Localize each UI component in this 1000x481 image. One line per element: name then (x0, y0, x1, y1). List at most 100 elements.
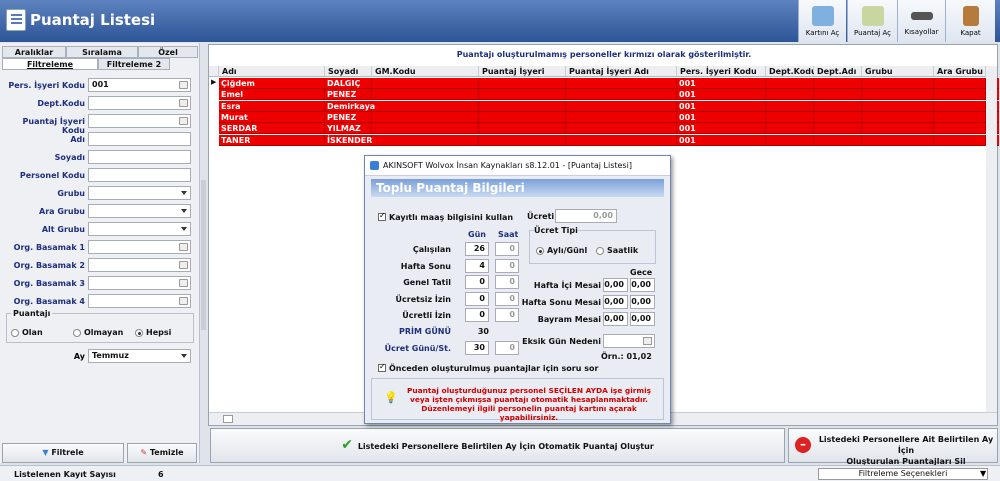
overtime-day-field[interactable]: 0,00 (603, 278, 628, 292)
tab-sorting[interactable]: Sıralama (66, 46, 138, 58)
overtime-day-field[interactable]: 0,00 (603, 295, 628, 309)
filter-input[interactable] (88, 258, 191, 272)
door-icon (962, 6, 979, 26)
open-timesheet-button[interactable]: Puantaj Aç (847, 0, 897, 42)
chevron-down-icon[interactable] (181, 227, 187, 231)
overtime-night-field[interactable]: 0,00 (630, 312, 655, 326)
delete-icon: – (795, 437, 811, 453)
filter-input[interactable] (88, 150, 191, 164)
column-header[interactable]: Pers. İşyeri Kodu (677, 66, 766, 77)
column-header[interactable]: Puantaj İşyeri Adı (566, 66, 677, 77)
overtime-night-field[interactable]: 0,00 (630, 278, 655, 292)
pay-days-field[interactable]: 30 (465, 341, 489, 355)
table-cell (766, 89, 814, 101)
overtime-label: Hafta Sonu Mesai (521, 298, 601, 307)
column-header[interactable]: Ara Grubu (934, 66, 986, 77)
pay-days-label: Ücret Günü/St. (384, 344, 451, 353)
lookup-icon[interactable] (179, 117, 188, 125)
filter-input[interactable] (88, 132, 191, 146)
field-label: Org. Basamak 4 (13, 297, 85, 306)
lookup-icon[interactable] (179, 243, 188, 251)
open-card-button[interactable]: Kartını Aç (798, 0, 846, 42)
radio-hepsi[interactable] (135, 329, 143, 337)
filter-button[interactable]: ▼ Filtrele (2, 443, 124, 463)
filter-input[interactable]: 001 (88, 78, 191, 92)
day-count-field[interactable]: 4 (465, 258, 489, 273)
tab-ranges[interactable]: Aralıklar (2, 46, 66, 58)
column-header[interactable]: Puantaj İşyeri Kodu (479, 66, 566, 87)
lookup-icon[interactable] (179, 99, 188, 107)
scroll-thumb[interactable] (223, 415, 233, 423)
day-count-field[interactable]: 0 (465, 308, 489, 322)
funnel-icon: ▼ (42, 448, 52, 457)
field-label: Dept.Kodu (37, 99, 85, 108)
field-label: Personel Kodu (19, 171, 85, 180)
field-label: Ara Grubu (39, 207, 85, 216)
filter-input[interactable] (88, 96, 191, 110)
table-cell (566, 111, 677, 123)
table-cell (479, 111, 566, 123)
close-button[interactable]: Kapat (945, 0, 995, 42)
missing-day-field[interactable] (603, 334, 655, 348)
column-header[interactable]: Grubu (862, 66, 934, 77)
lookup-icon[interactable] (179, 261, 188, 269)
filter-input[interactable] (88, 294, 191, 308)
table-cell (566, 123, 677, 135)
salary-field[interactable]: 0,00 (555, 209, 617, 223)
filter-input[interactable] (88, 204, 191, 218)
day-count-field[interactable]: 26 (465, 242, 489, 256)
table-row[interactable]: Esra Demirkaya 001 (219, 100, 999, 112)
filter-input[interactable] (88, 222, 191, 236)
hour-count-field[interactable]: 0 (495, 242, 519, 256)
hour-count-field[interactable]: 0 (495, 258, 519, 273)
clear-button[interactable]: ✎ Temizle (127, 443, 197, 463)
wage-type-label: Ücret Tipi (534, 226, 578, 235)
overtime-night-field[interactable]: 0,00 (630, 295, 655, 309)
lookup-icon[interactable] (179, 297, 188, 305)
column-header[interactable]: GM.Kodu (372, 66, 479, 77)
shortcuts-button[interactable]: Kısayollar (897, 0, 945, 42)
filter-input[interactable] (88, 168, 191, 182)
filter-input[interactable] (88, 276, 191, 290)
column-header[interactable]: Adı (219, 66, 325, 77)
column-header[interactable]: Dept.Adı (814, 66, 862, 77)
tab-filtering-2[interactable]: Filtreleme 2 (98, 58, 170, 70)
tab-filtering[interactable]: Filtreleme (2, 58, 98, 70)
vertical-scrollbar[interactable] (986, 66, 997, 412)
filter-input[interactable] (88, 114, 191, 128)
chevron-down-icon[interactable] (181, 191, 187, 195)
filter-options-select[interactable]: Filtreleme Seçenekleri (818, 468, 988, 480)
table-row[interactable]: Çiğdem DALGIÇ 001 (219, 78, 999, 89)
radio-olan[interactable] (11, 329, 19, 337)
table-cell (934, 123, 986, 135)
table-cell: Esra (219, 100, 325, 112)
ask-existing-checkbox[interactable] (378, 362, 386, 372)
table-row[interactable]: Emel PENEZ 001 (219, 89, 999, 101)
radio-olmayan[interactable] (73, 329, 81, 337)
table-row[interactable]: Murat PENEZ 001 (219, 111, 999, 123)
chevron-down-icon[interactable] (181, 209, 187, 213)
table-cell (566, 134, 677, 146)
table-cell (814, 100, 862, 112)
tab-custom[interactable]: Özel (138, 46, 198, 58)
filter-input[interactable] (88, 240, 191, 254)
radio-hourly[interactable] (596, 247, 604, 255)
filter-input[interactable] (88, 186, 191, 200)
table-row[interactable]: TANER İSKENDER 001 (219, 134, 999, 146)
table-row[interactable]: SERDAR YILMAZ 001 (219, 123, 999, 135)
radio-monthly[interactable] (536, 247, 544, 255)
month-select[interactable]: Temmuz (88, 349, 191, 363)
day-count-field[interactable]: 0 (465, 291, 489, 306)
overtime-day-field[interactable]: 0,00 (603, 312, 628, 326)
delete-timesheets-button[interactable]: – Listedeki Personellere Ait Belirtilen A… (788, 428, 998, 466)
use-salary-checkbox[interactable] (378, 211, 386, 221)
splitter[interactable] (201, 180, 206, 330)
column-header[interactable]: Soyadı (325, 66, 372, 77)
column-header[interactable]: Dept.Kodu (766, 66, 817, 77)
create-timesheets-button[interactable]: ✔ Listedeki Personellere Belirtilen Ay İ… (210, 428, 785, 463)
day-count-field[interactable]: 0 (465, 275, 489, 289)
table-cell: PENEZ (325, 111, 372, 123)
lookup-icon[interactable] (179, 81, 188, 89)
field-label: Soyadı (54, 153, 85, 162)
lookup-icon[interactable] (179, 279, 188, 287)
